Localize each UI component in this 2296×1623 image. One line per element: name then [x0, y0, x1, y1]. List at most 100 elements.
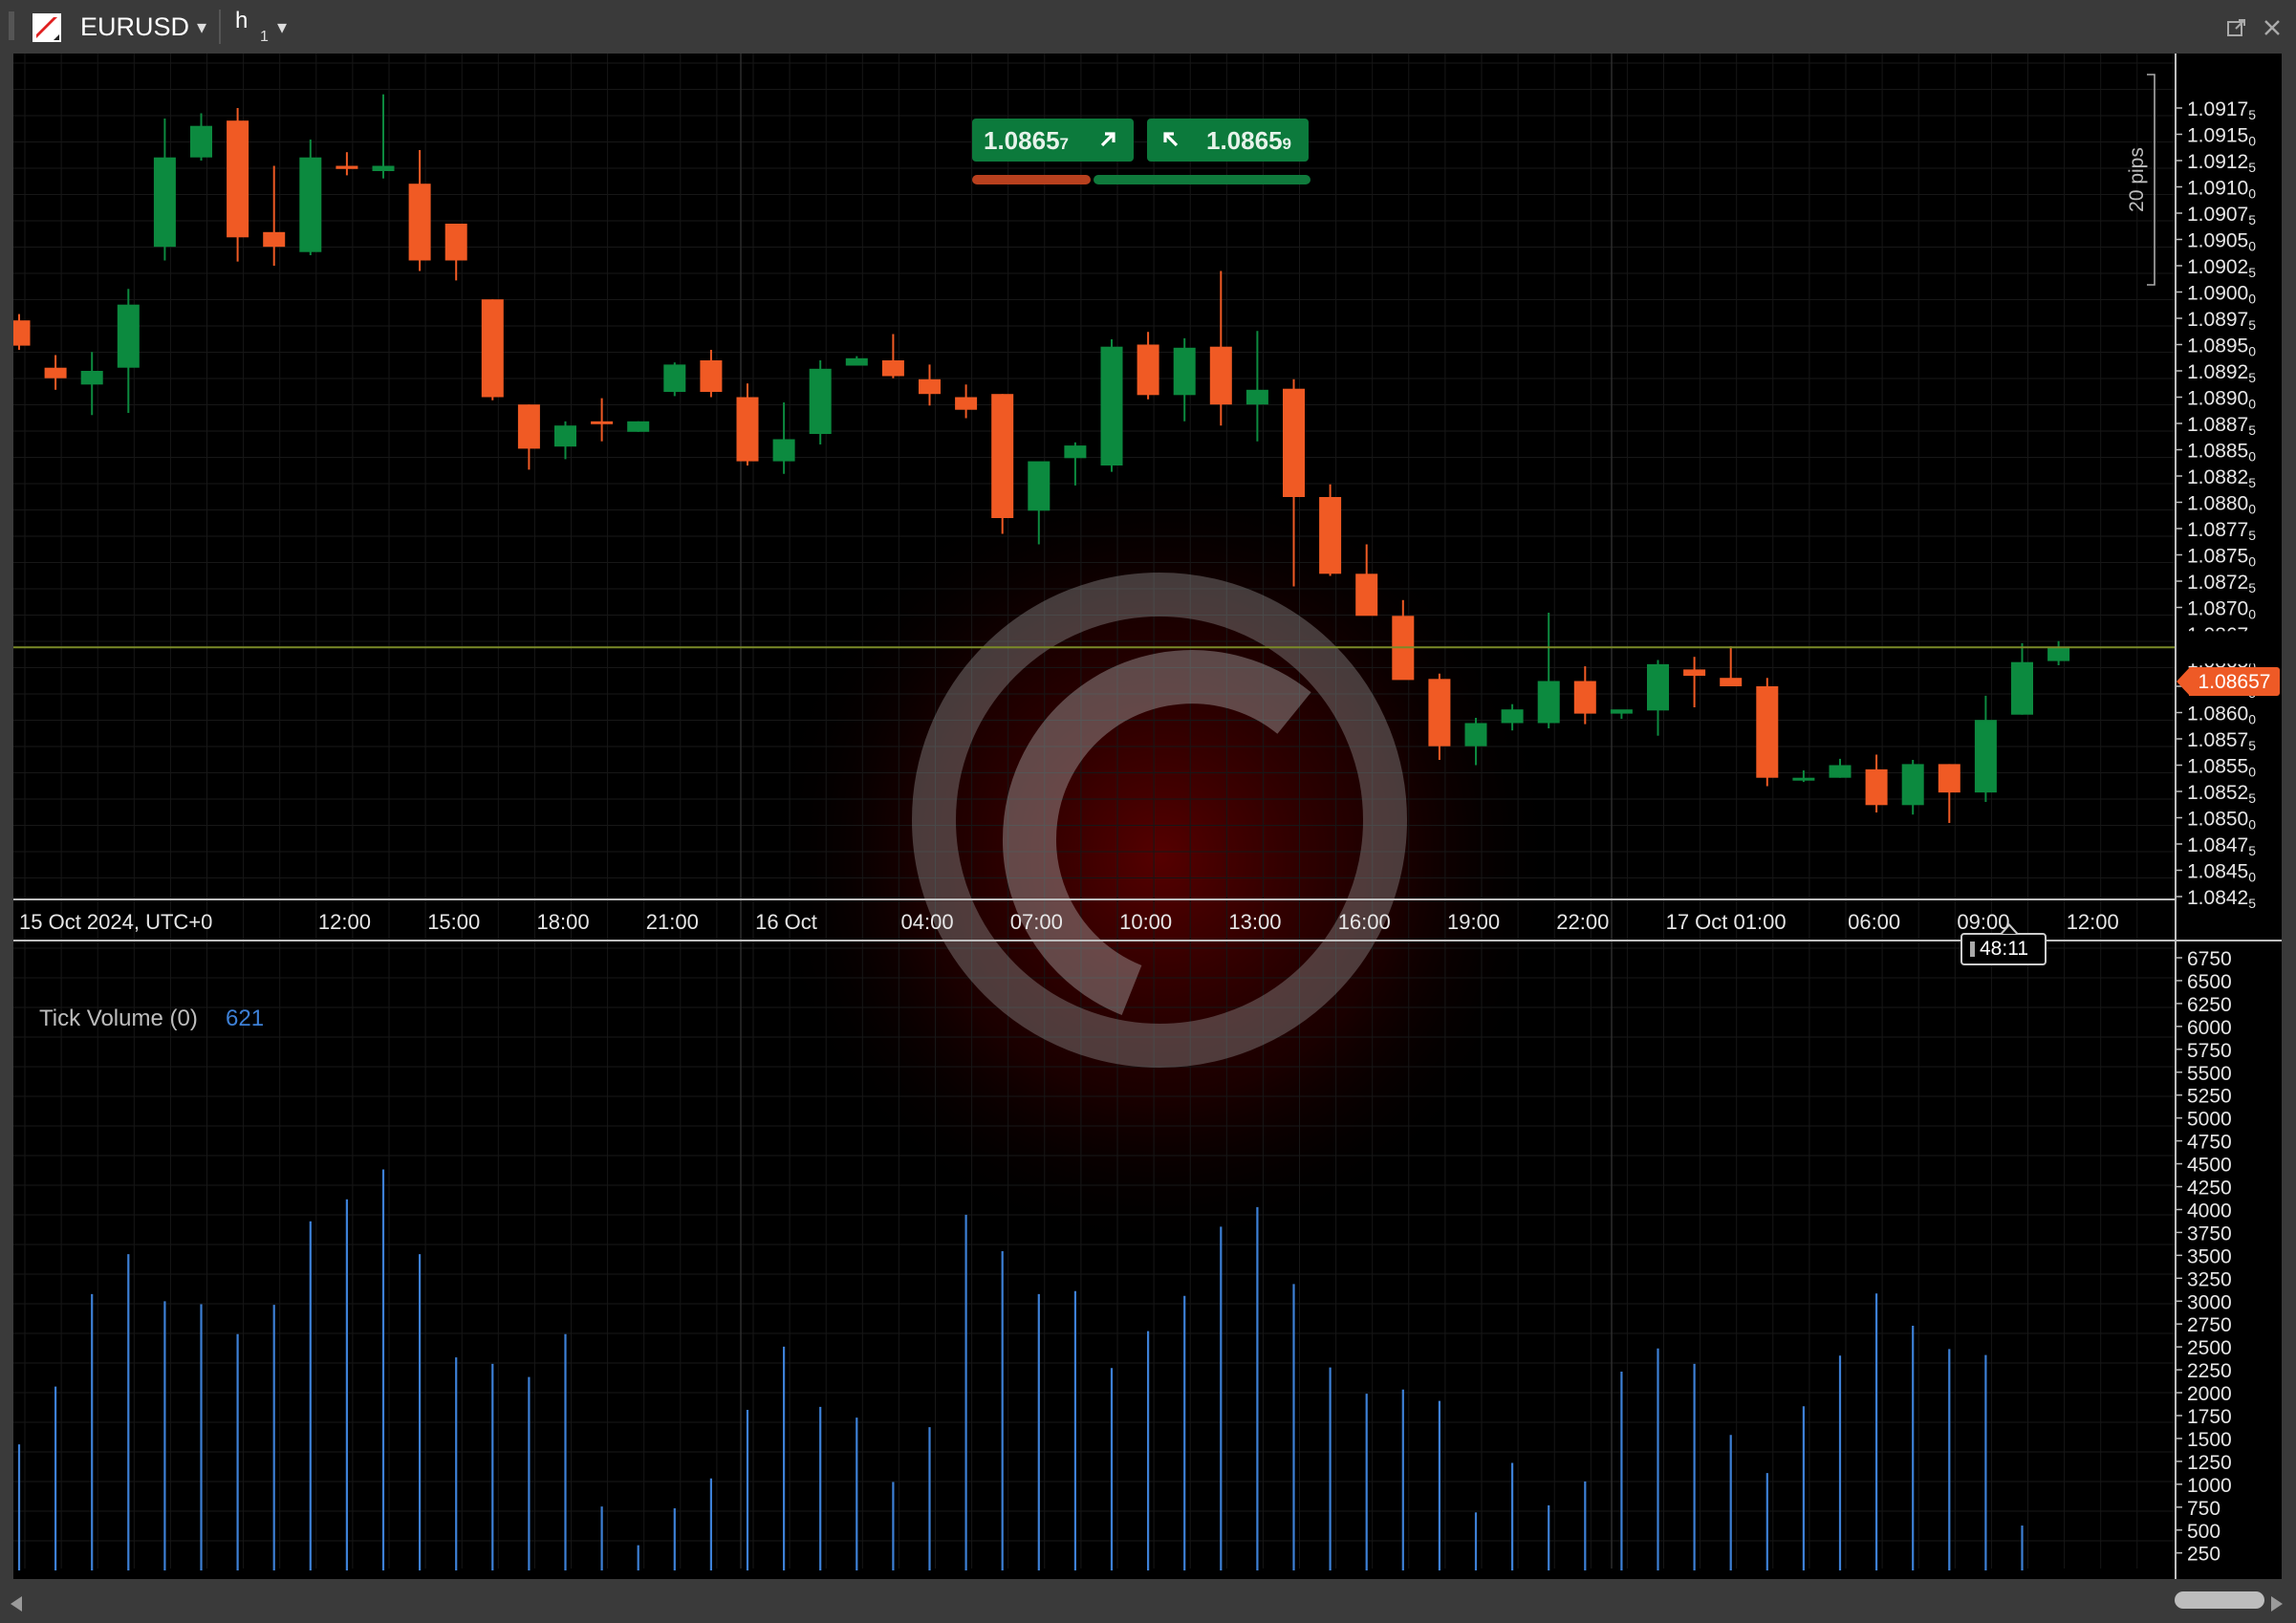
volume-tick-label: 3500: [2187, 1245, 2232, 1267]
price-tick-label: 1.09175: [2187, 98, 2256, 122]
time-tick-label: 15 Oct 2024, UTC+0: [19, 910, 212, 934]
volume-indicator-value: 621: [226, 1006, 265, 1031]
volume-tick-label: 5500: [2187, 1063, 2232, 1085]
candle-body: [1464, 723, 1487, 747]
price-tick-pipette: 0: [2248, 765, 2256, 780]
scrollbar-thumb[interactable]: [2175, 1591, 2264, 1609]
price-tick-pipette: 0: [2248, 134, 2256, 149]
candle-body: [1355, 573, 1378, 617]
symbol-name[interactable]: EURUSD: [80, 12, 189, 42]
price-tick-pipette: 5: [2248, 265, 2256, 280]
bid-price-pipette: 7: [1059, 135, 1069, 153]
volume-tick-label: 6500: [2187, 971, 2232, 993]
candle-body: [1756, 686, 1779, 778]
price-tick-label: 1.09075: [2187, 204, 2256, 227]
external-window-icon[interactable]: [2224, 15, 2249, 40]
bid-price-main: 1.0865: [984, 126, 1060, 155]
time-tick-label: 16 Oct: [755, 910, 817, 934]
candle-body: [227, 120, 249, 238]
volume-tick-label: 3250: [2187, 1268, 2232, 1290]
candle-body: [627, 421, 650, 432]
candle-body: [1537, 681, 1560, 724]
scroll-right-icon[interactable]: [2271, 1596, 2283, 1612]
pip-ruler: 20 pips: [2126, 74, 2155, 286]
pip-ruler-label: 20 pips: [2126, 147, 2148, 212]
volume-tick-label: 1750: [2187, 1406, 2232, 1428]
time-tick-label: 19:00: [1447, 910, 1500, 934]
drag-handle[interactable]: [9, 11, 14, 40]
price-tick-label: 1.08950: [2187, 335, 2256, 359]
candle-body: [1319, 497, 1342, 574]
candle-body: [1245, 389, 1268, 405]
volume-indicator-title[interactable]: Tick Volume (0): [39, 1006, 198, 1032]
candle-body: [1173, 347, 1196, 396]
candle-body: [1720, 678, 1743, 686]
price-tick-label: 1.08500: [2187, 809, 2256, 833]
buy-button[interactable]: 1.08659: [1147, 119, 1309, 162]
price-tick-label: 1.08475: [2187, 834, 2256, 858]
horizontal-scrollbar[interactable]: [0, 1579, 2296, 1623]
volume-tick-label: 3750: [2187, 1223, 2232, 1244]
price-tag-body: 1.08657: [2189, 667, 2280, 696]
price-tick-pipette: 5: [2248, 843, 2256, 858]
candle-body: [1028, 461, 1051, 511]
scroll-left-icon[interactable]: [11, 1596, 22, 1612]
chart-canvas[interactable]: 1.09175 1.091501.09125 1.091001.09075 1.090…: [13, 54, 2282, 1579]
candle-body: [372, 165, 395, 171]
bar-countdown: 48:11: [1960, 923, 2047, 965]
volume-tick-label: 500: [2187, 1521, 2220, 1543]
price-tick-pipette: 5: [2248, 422, 2256, 438]
volume-tick-label: 4750: [2187, 1132, 2232, 1154]
candle-body: [845, 357, 868, 366]
ask-price-pipette: 9: [1282, 135, 1291, 153]
volume-tick-label: 6750: [2187, 948, 2232, 970]
price-tick-pipette: 5: [2248, 370, 2256, 385]
timeframe-chevron-down-icon[interactable]: ▾: [277, 15, 287, 39]
candle-body: [736, 397, 759, 462]
close-icon[interactable]: [2260, 15, 2285, 40]
bid-price: 1.08657: [984, 126, 1069, 156]
price-tick-pipette: 0: [2248, 870, 2256, 885]
price-tick-label: 1.08800: [2187, 493, 2256, 517]
volume-tick-label: 2250: [2187, 1360, 2232, 1382]
candle-body: [1647, 663, 1669, 711]
sell-sentiment-bar: [972, 175, 1091, 184]
volume-tick-label: 5750: [2187, 1040, 2232, 1062]
volume-tick-label: 750: [2187, 1498, 2220, 1520]
countdown-box: 48:11: [1960, 933, 2047, 965]
candle-body: [919, 379, 941, 395]
volume-tick-label: 4000: [2187, 1200, 2232, 1222]
price-tick-pipette: 5: [2248, 580, 2256, 595]
price-tick-label: 1.08700: [2187, 598, 2256, 622]
volume-tick-label: 2750: [2187, 1314, 2232, 1336]
timeframe-label[interactable]: h: [235, 8, 248, 34]
price-tick-pipette: 0: [2248, 186, 2256, 202]
volume-tick-label: 2000: [2187, 1383, 2232, 1405]
candle-body: [1501, 709, 1524, 724]
symbol-dropdown-chevron-down-icon[interactable]: ▾: [197, 15, 206, 39]
candle-body: [1683, 669, 1706, 676]
candle-body: [517, 404, 540, 449]
volume-tick-label: 1000: [2187, 1475, 2232, 1497]
sell-button[interactable]: 1.08657: [972, 119, 1134, 162]
candle-body: [591, 421, 614, 424]
time-tick-label: 13:00: [1228, 910, 1281, 934]
volume-tick-label: 1250: [2187, 1452, 2232, 1474]
candle-body: [481, 299, 504, 398]
timeframe-period[interactable]: 1: [260, 29, 269, 46]
time-tick-label: 12:00: [318, 910, 371, 934]
candle-body: [1428, 679, 1451, 747]
toolbar-divider: [219, 10, 221, 44]
chart-area[interactable]: 1.09175 1.09150 1.09125 1.09100 1.09075 1.090…: [13, 54, 2282, 1579]
price-tick-pipette: 5: [2248, 107, 2256, 122]
time-tick-label: 16:00: [1338, 910, 1391, 934]
price-tick-pipette: 0: [2248, 607, 2256, 622]
candle-body: [408, 184, 431, 261]
time-tick-label: 22:00: [1556, 910, 1609, 934]
price-tick-label: 1.08425: [2187, 887, 2256, 911]
volume-tick-label: 2500: [2187, 1337, 2232, 1359]
price-tick-pipette: 0: [2248, 817, 2256, 833]
candle-body: [1209, 346, 1232, 405]
candle-body: [881, 360, 904, 377]
time-tick-label: 15:00: [427, 910, 480, 934]
